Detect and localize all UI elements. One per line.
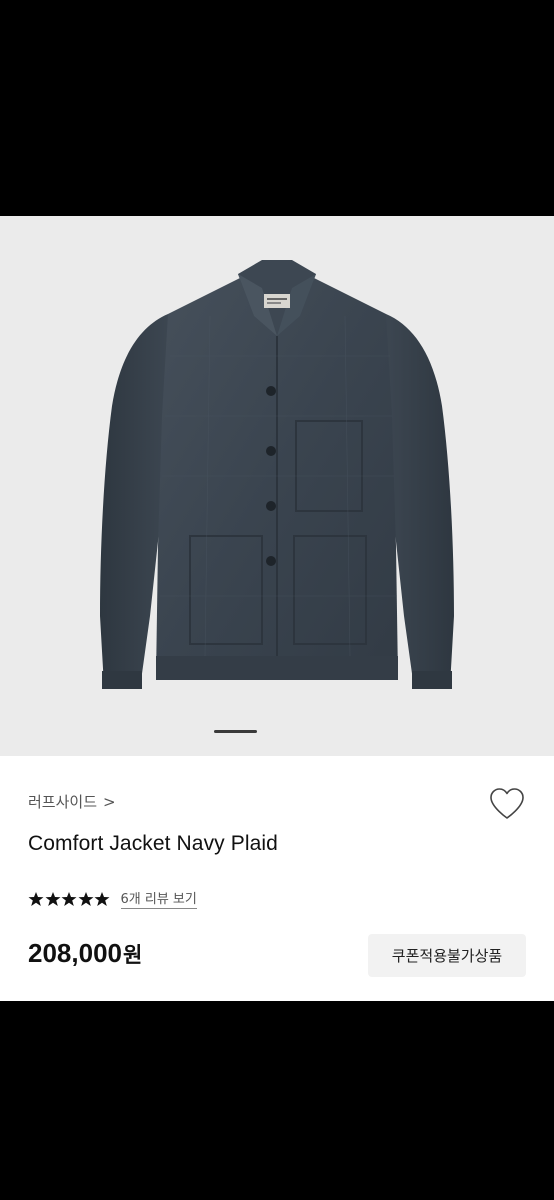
review-link[interactable]: 6개 리뷰 보기 bbox=[120, 888, 197, 909]
star-icon bbox=[45, 891, 60, 906]
gallery-page-indicator bbox=[214, 730, 257, 733]
top-letterbox bbox=[0, 0, 554, 216]
rating-row: 6개 리뷰 보기 bbox=[28, 888, 197, 909]
star-icon bbox=[78, 891, 93, 906]
price-unit: 원 bbox=[122, 943, 143, 967]
brand-name: 러프사이드 bbox=[28, 793, 98, 811]
jacket-photo bbox=[100, 260, 454, 689]
wishlist-button[interactable] bbox=[488, 786, 526, 822]
brand-link[interactable]: 러프사이드 > bbox=[28, 791, 116, 812]
rating-stars bbox=[28, 891, 111, 907]
heart-icon bbox=[490, 788, 524, 819]
price: 208,000 원 bbox=[28, 938, 142, 969]
star-icon bbox=[61, 891, 77, 906]
coupon-notice-badge: 쿠폰적용불가상품 bbox=[368, 934, 526, 977]
product-name: Comfort Jacket Navy Plaid bbox=[28, 832, 278, 855]
chevron-right-icon: > bbox=[103, 792, 116, 811]
product-info-panel: 러프사이드 > Comfort Jacket Navy Plaid 6개 리뷰 … bbox=[0, 756, 554, 1001]
product-image[interactable] bbox=[0, 216, 554, 756]
price-amount: 208,000 bbox=[28, 938, 122, 968]
bottom-letterbox bbox=[0, 1001, 554, 1200]
star-icon bbox=[28, 891, 44, 906]
star-icon bbox=[94, 891, 110, 906]
